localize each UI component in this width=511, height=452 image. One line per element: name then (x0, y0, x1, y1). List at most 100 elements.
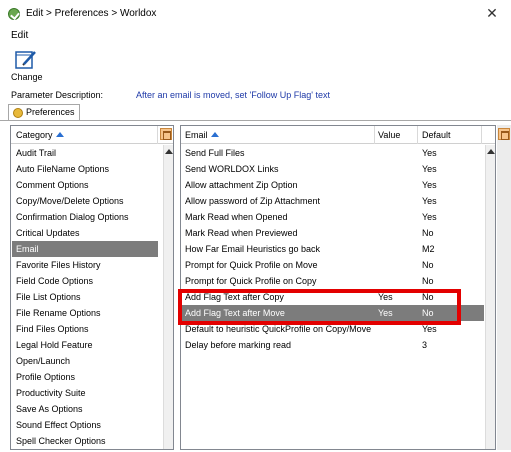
category-item-label: File List Options (16, 292, 81, 302)
setting-default: Yes (422, 196, 437, 206)
category-item[interactable]: Favorite Files History (12, 257, 158, 273)
category-item[interactable]: Sound Effect Options (12, 417, 158, 433)
email-column-header[interactable]: Email (185, 130, 219, 140)
category-item-label: Email (16, 244, 39, 254)
change-button[interactable]: Change (10, 50, 44, 86)
category-item-label: Find Files Options (16, 324, 89, 334)
category-item-label: Auto FileName Options (16, 164, 110, 174)
setting-name: Send Full Files (185, 148, 245, 158)
category-item[interactable]: File List Options (12, 289, 158, 305)
column-separator (157, 126, 158, 144)
category-item-label: Sound Effect Options (16, 420, 101, 430)
category-item[interactable]: Profile Options (12, 369, 158, 385)
column-separator (481, 126, 482, 144)
tab-preferences-label: Preferences (26, 107, 75, 117)
preferences-icon (13, 108, 23, 118)
setting-default: 3 (422, 340, 428, 350)
category-item[interactable]: Field Code Options (12, 273, 158, 289)
category-item-label: Audit Trail (16, 148, 57, 158)
category-item[interactable]: Open/Launch (12, 353, 158, 369)
category-column-header[interactable]: Category (16, 130, 64, 140)
category-item-label: File Rename Options (16, 308, 101, 318)
table-row[interactable]: Prompt for Quick Profile on Copy No (182, 273, 484, 289)
category-item[interactable]: Confirmation Dialog Options (12, 209, 158, 225)
value-column-header[interactable]: Value (378, 130, 400, 140)
menu-edit[interactable]: Edit (11, 30, 28, 41)
tab-preferences[interactable]: Preferences (8, 104, 80, 120)
notepad-edit-icon (15, 51, 36, 69)
category-list[interactable]: Category Audit Trail Auto FileName Option… (10, 125, 174, 450)
setting-name: Prompt for Quick Profile on Copy (185, 276, 317, 286)
category-item-label: Critical Updates (16, 228, 80, 238)
sort-ascending-icon (55, 132, 64, 137)
setting-name: Mark Read when Previewed (185, 228, 298, 238)
category-header[interactable]: Category (11, 126, 173, 144)
category-item[interactable]: Auto FileName Options (12, 161, 158, 177)
category-item-label: Legal Hold Feature (16, 340, 93, 350)
category-item[interactable]: Comment Options (12, 177, 158, 193)
category-item[interactable]: Find Files Options (12, 321, 158, 337)
table-row[interactable]: Delay before marking read 3 (182, 337, 484, 353)
setting-name: Prompt for Quick Profile on Move (185, 260, 318, 270)
category-item[interactable]: Email (12, 241, 158, 257)
category-item[interactable]: Critical Updates (12, 225, 158, 241)
sort-ascending-icon (210, 132, 219, 137)
highlight-box (178, 289, 461, 325)
category-item[interactable]: Legal Hold Feature (12, 337, 158, 353)
category-item-label: Profile Options (16, 372, 76, 382)
setting-default: No (422, 228, 434, 238)
email-header-label: Email (185, 130, 208, 140)
category-item[interactable]: Productivity Suite (12, 385, 158, 401)
table-row[interactable]: Allow attachment Zip Option Yes (182, 177, 484, 193)
scroll-up-icon[interactable] (165, 149, 173, 154)
category-item[interactable]: Copy/Move/Delete Options (12, 193, 158, 209)
setting-name: Mark Read when Opened (185, 212, 288, 222)
setting-default: Yes (422, 324, 437, 334)
category-item-label: Productivity Suite (16, 388, 86, 398)
category-item[interactable]: Save As Options (12, 401, 158, 417)
setting-default: M2 (422, 244, 435, 254)
category-item-label: Save As Options (16, 404, 83, 414)
category-item-label: Spell Checker Options (16, 436, 106, 446)
category-header-label: Category (16, 130, 53, 140)
email-scrollbar[interactable] (485, 145, 495, 449)
category-scrollbar[interactable] (163, 145, 173, 449)
setting-default: No (422, 276, 434, 286)
column-chooser-icon[interactable] (498, 128, 510, 140)
parameter-description-label: Parameter Description: (11, 90, 104, 100)
table-row[interactable]: Send Full Files Yes (182, 145, 484, 161)
setting-name: Default to heuristic QuickProfile on Cop… (185, 324, 372, 334)
category-item[interactable]: Spell Checker Options (12, 433, 158, 449)
category-item-label: Field Code Options (16, 276, 94, 286)
table-row[interactable]: Mark Read when Opened Yes (182, 209, 484, 225)
title-bar: Edit > Preferences > Worldox ✕ (0, 0, 511, 26)
column-chooser-icon[interactable] (160, 128, 172, 140)
setting-default: Yes (422, 164, 437, 174)
close-icon[interactable]: ✕ (485, 6, 499, 20)
default-column-header[interactable]: Default (422, 130, 451, 140)
setting-name: Send WORLDOX Links (185, 164, 279, 174)
setting-name: How Far Email Heuristics go back (185, 244, 321, 254)
category-item-label: Favorite Files History (16, 260, 101, 270)
scroll-up-icon[interactable] (487, 149, 495, 154)
setting-name: Allow attachment Zip Option (185, 180, 298, 190)
setting-default: Yes (422, 212, 437, 222)
window-title: Edit > Preferences > Worldox (26, 8, 157, 19)
column-separator (417, 126, 418, 144)
table-row[interactable]: How Far Email Heuristics go back M2 (182, 241, 484, 257)
right-edge-strip (497, 125, 511, 450)
category-item[interactable]: File Rename Options (12, 305, 158, 321)
setting-default: No (422, 260, 434, 270)
parameter-description-value: After an email is moved, set 'Follow Up … (136, 90, 331, 100)
category-item-label: Comment Options (16, 180, 89, 190)
table-row[interactable]: Allow password of Zip Attachment Yes (182, 193, 484, 209)
tab-divider (0, 120, 511, 121)
category-item-label: Confirmation Dialog Options (16, 212, 129, 222)
setting-name: Allow password of Zip Attachment (185, 196, 321, 206)
category-item[interactable]: Audit Trail (12, 145, 158, 161)
email-settings-grid[interactable]: Email Value Default Send Full Files Yes Se… (180, 125, 496, 450)
table-row[interactable]: Prompt for Quick Profile on Move No (182, 257, 484, 273)
table-row[interactable]: Send WORLDOX Links Yes (182, 161, 484, 177)
table-row[interactable]: Mark Read when Previewed No (182, 225, 484, 241)
email-grid-header[interactable]: Email Value Default (181, 126, 495, 144)
